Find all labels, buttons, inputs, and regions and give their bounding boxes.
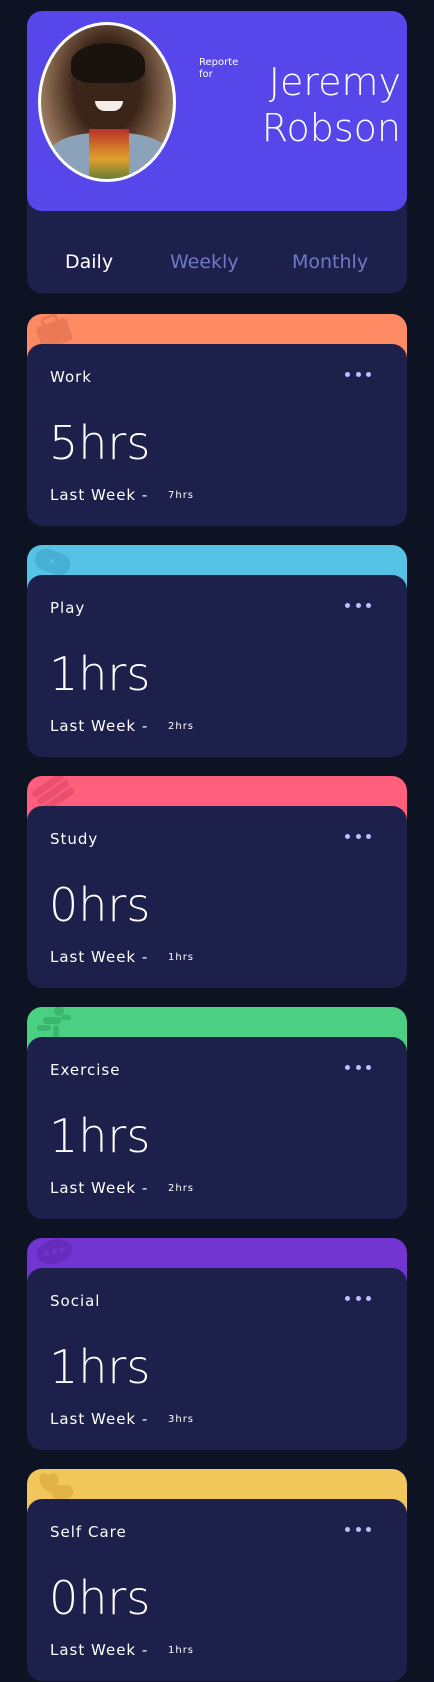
books-icon: [32, 776, 75, 810]
profile-header: Reporte for Jeremy Robson: [27, 11, 407, 211]
tab-daily[interactable]: Daily: [65, 251, 113, 273]
avatar: [38, 22, 176, 182]
last-week-value: 1hrs: [168, 1645, 195, 1656]
activity-title: Work: [50, 368, 92, 386]
last-week-label: Last Week -: [50, 948, 149, 966]
activity-card-exercise: Exercise 1hrs Last Week - 2hrs: [27, 1007, 407, 1219]
card-body: Social 1hrs Last Week - 3hrs: [27, 1268, 407, 1450]
svg-text:✕: ✕: [47, 555, 57, 569]
options-icon[interactable]: [345, 1059, 371, 1075]
activity-title: Study: [50, 830, 99, 848]
card-body: Play 1hrs Last Week - 2hrs: [27, 575, 407, 757]
card-body: Self Care 0hrs Last Week - 1hrs: [27, 1499, 407, 1681]
activity-card-play: ✕ Play 1hrs Last Week - 2hrs: [27, 545, 407, 757]
current-hours: 1hrs: [49, 1109, 151, 1163]
tab-weekly[interactable]: Weekly: [170, 251, 239, 273]
last-week-label: Last Week -: [50, 1179, 149, 1197]
options-icon[interactable]: [345, 366, 371, 382]
speech-bubbles-icon: [36, 1239, 73, 1265]
current-hours: 5hrs: [49, 416, 151, 470]
options-icon[interactable]: [345, 1290, 371, 1306]
last-week-label: Last Week -: [50, 486, 149, 504]
options-icon[interactable]: [345, 828, 371, 844]
profile-card: Reporte for Jeremy Robson Daily Weekly M…: [27, 11, 407, 293]
card-body: Exercise 1hrs Last Week - 2hrs: [27, 1037, 407, 1219]
last-week-value: 7hrs: [168, 490, 195, 501]
activity-card-study: Study 0hrs Last Week - 1hrs: [27, 776, 407, 988]
activity-title: Social: [50, 1292, 101, 1310]
timeframe-tabs: Daily Weekly Monthly: [27, 251, 407, 281]
last-week-value: 2hrs: [168, 721, 195, 732]
card-body: Study 0hrs Last Week - 1hrs: [27, 806, 407, 988]
activity-card-work: Work 5hrs Last Week - 7hrs: [27, 314, 407, 526]
avatar-shirt: [89, 129, 129, 179]
card-body: Work 5hrs Last Week - 7hrs: [27, 344, 407, 526]
current-hours: 0hrs: [49, 878, 151, 932]
runner-icon: [37, 1007, 71, 1039]
briefcase-icon: [36, 314, 73, 348]
activity-card-self-care: Self Care 0hrs Last Week - 1hrs: [27, 1469, 407, 1681]
last-week-label: Last Week -: [50, 1641, 149, 1659]
activity-title: Play: [50, 599, 86, 617]
gamepad-icon: ✕: [35, 548, 71, 576]
avatar-hair: [71, 43, 145, 83]
tab-monthly[interactable]: Monthly: [292, 251, 368, 273]
activity-title: Self Care: [50, 1523, 127, 1541]
dashboard: Reporte for Jeremy Robson Daily Weekly M…: [0, 0, 434, 1682]
user-name: Jeremy Robson: [261, 60, 401, 150]
current-hours: 0hrs: [49, 1571, 151, 1625]
last-week-value: 3hrs: [168, 1414, 195, 1425]
options-icon[interactable]: [345, 1521, 371, 1537]
activity-title: Exercise: [50, 1061, 121, 1079]
last-week-value: 1hrs: [168, 952, 195, 963]
current-hours: 1hrs: [49, 647, 151, 701]
activity-card-social: Social 1hrs Last Week - 3hrs: [27, 1238, 407, 1450]
options-icon[interactable]: [345, 597, 371, 613]
last-week-label: Last Week -: [50, 1410, 149, 1428]
current-hours: 1hrs: [49, 1340, 151, 1394]
last-week-label: Last Week -: [50, 717, 149, 735]
heart-hand-icon: [39, 1473, 73, 1499]
last-week-value: 2hrs: [168, 1183, 195, 1194]
